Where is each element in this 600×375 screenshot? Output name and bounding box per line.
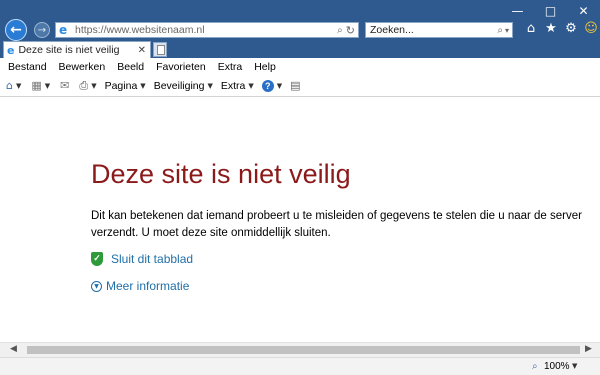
scroll-left-icon[interactable]: ◀: [10, 344, 17, 354]
ie-logo-icon: e: [59, 23, 68, 37]
close-tab-row[interactable]: ✓ Sluit dit tabblad: [91, 252, 193, 266]
shield-check-icon: ✓: [91, 252, 103, 266]
mail-icon[interactable]: ✉: [60, 79, 69, 92]
more-info-row[interactable]: ▼ Meer informatie: [91, 279, 189, 293]
help-icon[interactable]: ?: [261, 79, 274, 92]
arrow-right-icon: →: [37, 24, 47, 36]
back-button[interactable]: ←: [5, 19, 27, 41]
close-tab-link[interactable]: Sluit dit tabblad: [111, 252, 193, 266]
window-controls: — □ ✕: [501, 2, 600, 20]
more-info-link[interactable]: Meer informatie: [106, 279, 189, 293]
extra-dropdown-icon[interactable]: ▼: [248, 82, 253, 90]
command-bar: ⌂ ▼ ▦ ▼ ✉ ⎙ ▼ Pagina ▼ Beveiliging ▼ Ext…: [0, 75, 600, 97]
menu-beeld[interactable]: Beeld: [117, 61, 144, 73]
pagina-menu[interactable]: Pagina: [105, 80, 138, 92]
arrow-left-icon: ←: [10, 22, 22, 38]
minimize-icon[interactable]: —: [501, 2, 534, 20]
status-bar: ⌕ 100% ▼: [0, 357, 600, 375]
search-icon[interactable]: ⌕: [497, 25, 503, 36]
print-icon[interactable]: ⎙: [79, 79, 88, 93]
warning-text: Dit kan betekenen dat iemand probeert u …: [91, 210, 582, 239]
menu-bestand[interactable]: Bestand: [8, 61, 47, 73]
favorites-star-icon[interactable]: ★: [544, 21, 558, 36]
horizontal-scrollbar[interactable]: ◀ ▶: [0, 342, 600, 357]
close-window-icon[interactable]: ✕: [567, 2, 600, 20]
home-icon[interactable]: ⌂: [524, 21, 538, 36]
page-title: Deze site is niet veilig: [91, 159, 351, 189]
menu-help[interactable]: Help: [254, 61, 276, 73]
pagina-dropdown-icon[interactable]: ▼: [140, 82, 145, 90]
chevron-down-icon: ▼: [91, 280, 102, 292]
tab-title: Deze site is niet veilig: [18, 44, 120, 56]
beveiliging-dropdown-icon[interactable]: ▼: [207, 82, 212, 90]
home-dropdown-icon[interactable]: ▼: [16, 82, 21, 90]
address-input[interactable]: https://www.websitenaam.nl: [75, 24, 337, 36]
menu-favorieten[interactable]: Favorieten: [156, 61, 206, 73]
new-tab-button[interactable]: [153, 42, 167, 57]
scroll-thumb[interactable]: [27, 346, 580, 354]
search-box[interactable]: Zoeken... ⌕ ▾: [365, 22, 513, 38]
print-dropdown-icon[interactable]: ▼: [91, 82, 96, 90]
search-input[interactable]: Zoeken...: [370, 24, 497, 36]
gear-icon[interactable]: ⚙: [564, 21, 578, 36]
search-dropdown-icon[interactable]: ▾: [505, 26, 509, 35]
scroll-right-icon[interactable]: ▶: [585, 344, 592, 354]
title-bar: — □ ✕ ← → e https://www.websitenaam.nl ⌕…: [0, 0, 600, 62]
help-dropdown-icon[interactable]: ▼: [277, 82, 282, 90]
zoom-dropdown-icon[interactable]: ▼: [572, 362, 577, 370]
address-bar[interactable]: e https://www.websitenaam.nl ⌕ ↻: [55, 22, 359, 38]
zoom-icon[interactable]: ⌕: [532, 361, 538, 372]
extra-menu[interactable]: Extra: [221, 80, 246, 92]
maximize-icon[interactable]: □: [534, 2, 567, 20]
refresh-icon[interactable]: ↻: [346, 24, 355, 37]
forward-button[interactable]: →: [34, 22, 50, 38]
tab-ie-icon: e: [7, 43, 15, 57]
rss-feed-icon[interactable]: ▦: [31, 79, 41, 92]
active-tab[interactable]: e Deze site is niet veilig ✕: [3, 41, 151, 58]
beveiliging-menu[interactable]: Beveiliging: [154, 80, 205, 92]
address-search-icon[interactable]: ⌕: [337, 25, 343, 36]
research-icon[interactable]: ▤: [290, 79, 300, 92]
menu-bewerken[interactable]: Bewerken: [59, 61, 106, 73]
feed-dropdown-icon[interactable]: ▼: [45, 82, 50, 90]
toolbar-icons: ⌂ ★ ⚙ ☺: [524, 21, 598, 36]
tab-close-icon[interactable]: ✕: [138, 45, 146, 56]
menu-extra[interactable]: Extra: [218, 61, 243, 73]
page-content: Deze site is niet veilig Dit kan beteken…: [0, 97, 600, 342]
home-small-icon[interactable]: ⌂: [6, 79, 13, 92]
zoom-level[interactable]: 100%: [544, 361, 570, 372]
menu-bar: Bestand Bewerken Beeld Favorieten Extra …: [0, 58, 600, 75]
feedback-smiley-icon[interactable]: ☺: [584, 21, 598, 36]
browser-window: — □ ✕ ← → e https://www.websitenaam.nl ⌕…: [0, 0, 600, 375]
